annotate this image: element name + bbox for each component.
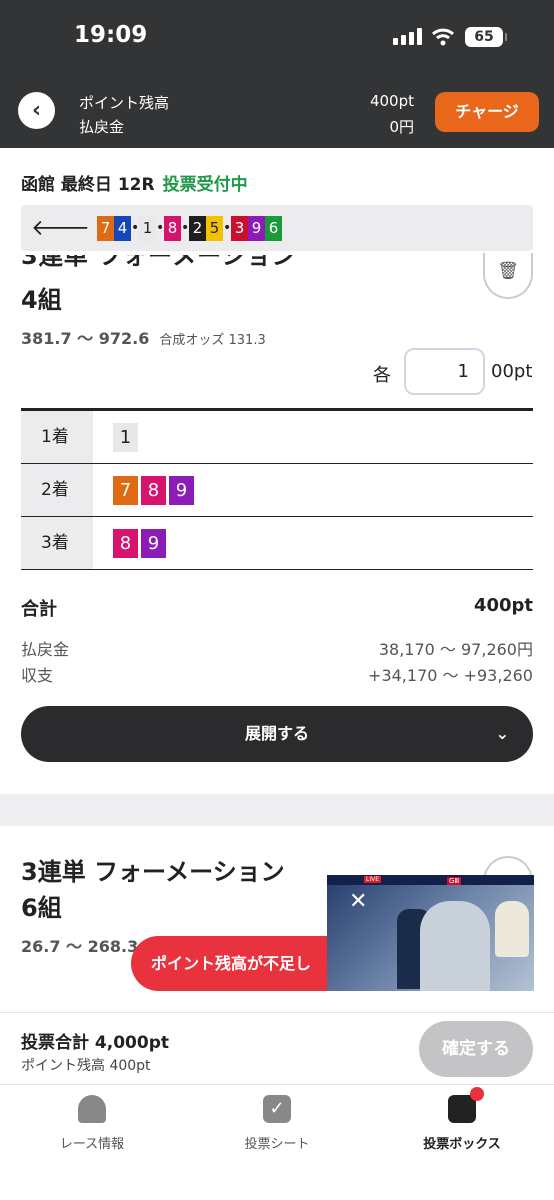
nav-race-info[interactable]: レース情報: [12, 1095, 172, 1152]
back-button[interactable]: ‹: [18, 92, 55, 129]
balance-label: ポイント残高: [79, 94, 170, 112]
table-row: 1着 1: [21, 411, 533, 464]
checkmark-sheet-icon: ✓: [263, 1095, 291, 1123]
odds-range: 26.7 〜 268.3: [21, 937, 139, 956]
payout-label: 払戻金: [21, 640, 70, 659]
number-cell: 7: [113, 475, 138, 505]
app-header: ‹ ポイント残高 払戻金 400pt 0円 チャージ: [0, 76, 554, 148]
charge-button[interactable]: チャージ: [435, 92, 539, 132]
payout-label: 払戻金: [79, 118, 125, 136]
frame-number: 6: [265, 215, 282, 241]
balance-label: 収支: [21, 666, 54, 685]
frame-number: 5: [206, 215, 223, 241]
battery-icon: 65: [465, 27, 507, 47]
status-bar: 19:09 65: [0, 0, 554, 76]
each-label: 各: [373, 365, 391, 386]
balance-value: 400pt: [369, 92, 414, 110]
status-time: 19:09: [74, 22, 148, 48]
synth-odds: 合成オッズ 131.3: [159, 333, 266, 348]
ticket-title: 3連単 フォーメーション: [21, 858, 285, 886]
point-balance: ポイント残高 400pt: [21, 1058, 151, 1074]
confirm-button[interactable]: 確定する: [419, 1021, 533, 1077]
number-cell: 8: [113, 528, 138, 558]
ticket-combos: 4組: [21, 286, 62, 314]
bottom-nav: レース情報 ✓ 投票シート 投票ボックス: [0, 1084, 554, 1200]
payout-range: 38,170 〜 97,260円: [378, 640, 533, 659]
signal-icon: [393, 28, 422, 45]
unit-input[interactable]: 1: [404, 348, 485, 395]
unit-suffix: 00pt: [491, 361, 533, 382]
payout-value: 0円: [389, 118, 414, 136]
live-video-overlay[interactable]: LIVE GⅢ ✕: [327, 875, 534, 991]
table-row: 3着 8 9: [21, 517, 533, 570]
nav-label: 投票シート: [244, 1137, 310, 1152]
race-name: 函館 最終日 12R: [21, 175, 155, 195]
frame-number: 3: [231, 215, 248, 241]
ticket-box-icon: [448, 1087, 484, 1123]
nav-label: 投票ボックス: [423, 1137, 501, 1152]
chevron-down-icon: ⌄: [495, 724, 509, 743]
number-cell: 8: [141, 475, 166, 505]
race-status: 投票受付中: [162, 175, 248, 195]
odds-range: 381.7 〜 972.6 合成オッズ 131.3: [21, 329, 266, 348]
wifi-icon: [432, 28, 454, 46]
live-badge: LIVE: [364, 876, 382, 883]
table-row: 2着 7 8 9: [21, 464, 533, 517]
nav-vote-box[interactable]: 投票ボックス: [382, 1087, 542, 1152]
nav-vote-sheet[interactable]: ✓ 投票シート: [197, 1095, 357, 1152]
arrow-left-icon: 🡐: [31, 216, 90, 241]
grade-badge: GⅢ: [447, 877, 462, 885]
race-title: 函館 最終日 12R 投票受付中: [21, 170, 248, 195]
number-cell: 1: [113, 422, 138, 452]
nav-label: レース情報: [59, 1137, 125, 1152]
total-value: 400pt: [473, 595, 533, 616]
trash-icon[interactable]: 🗑: [483, 253, 533, 299]
number-cell: 9: [169, 475, 194, 505]
frame-number: 4: [114, 215, 131, 241]
ticket-title-clipped: 3連単 フォーメーション: [21, 255, 297, 270]
balance-range: +34,170 〜 +93,260: [368, 666, 533, 685]
frame-number: 9: [248, 215, 265, 241]
vote-summary-bar: 投票合計 4,000pt ポイント残高 400pt 確定する: [0, 1012, 554, 1084]
helmet-icon: [78, 1095, 106, 1123]
vote-total: 投票合計 4,000pt: [21, 1033, 169, 1053]
ticket-combos: 6組: [21, 894, 62, 922]
frame-number: 2: [189, 215, 206, 241]
frame-number: 8: [164, 215, 181, 241]
expand-button[interactable]: 展開する ⌄: [21, 706, 533, 762]
total-label: 合計: [21, 599, 57, 620]
frame-number: 7: [97, 215, 114, 241]
combination-bar: 🡐 7 4 • 1 • 8 • 2 5 • 3 9 6: [21, 205, 533, 251]
formation-table: 1着 1 2着 7 8 9 3着 8 9: [21, 408, 533, 570]
number-cell: 9: [141, 528, 166, 558]
frame-number: 1: [139, 215, 156, 241]
close-icon[interactable]: ✕: [349, 889, 367, 914]
section-divider: [0, 794, 554, 826]
position-label: 1着: [21, 411, 93, 463]
position-label: 2着: [21, 464, 93, 516]
position-label: 3着: [21, 517, 93, 569]
